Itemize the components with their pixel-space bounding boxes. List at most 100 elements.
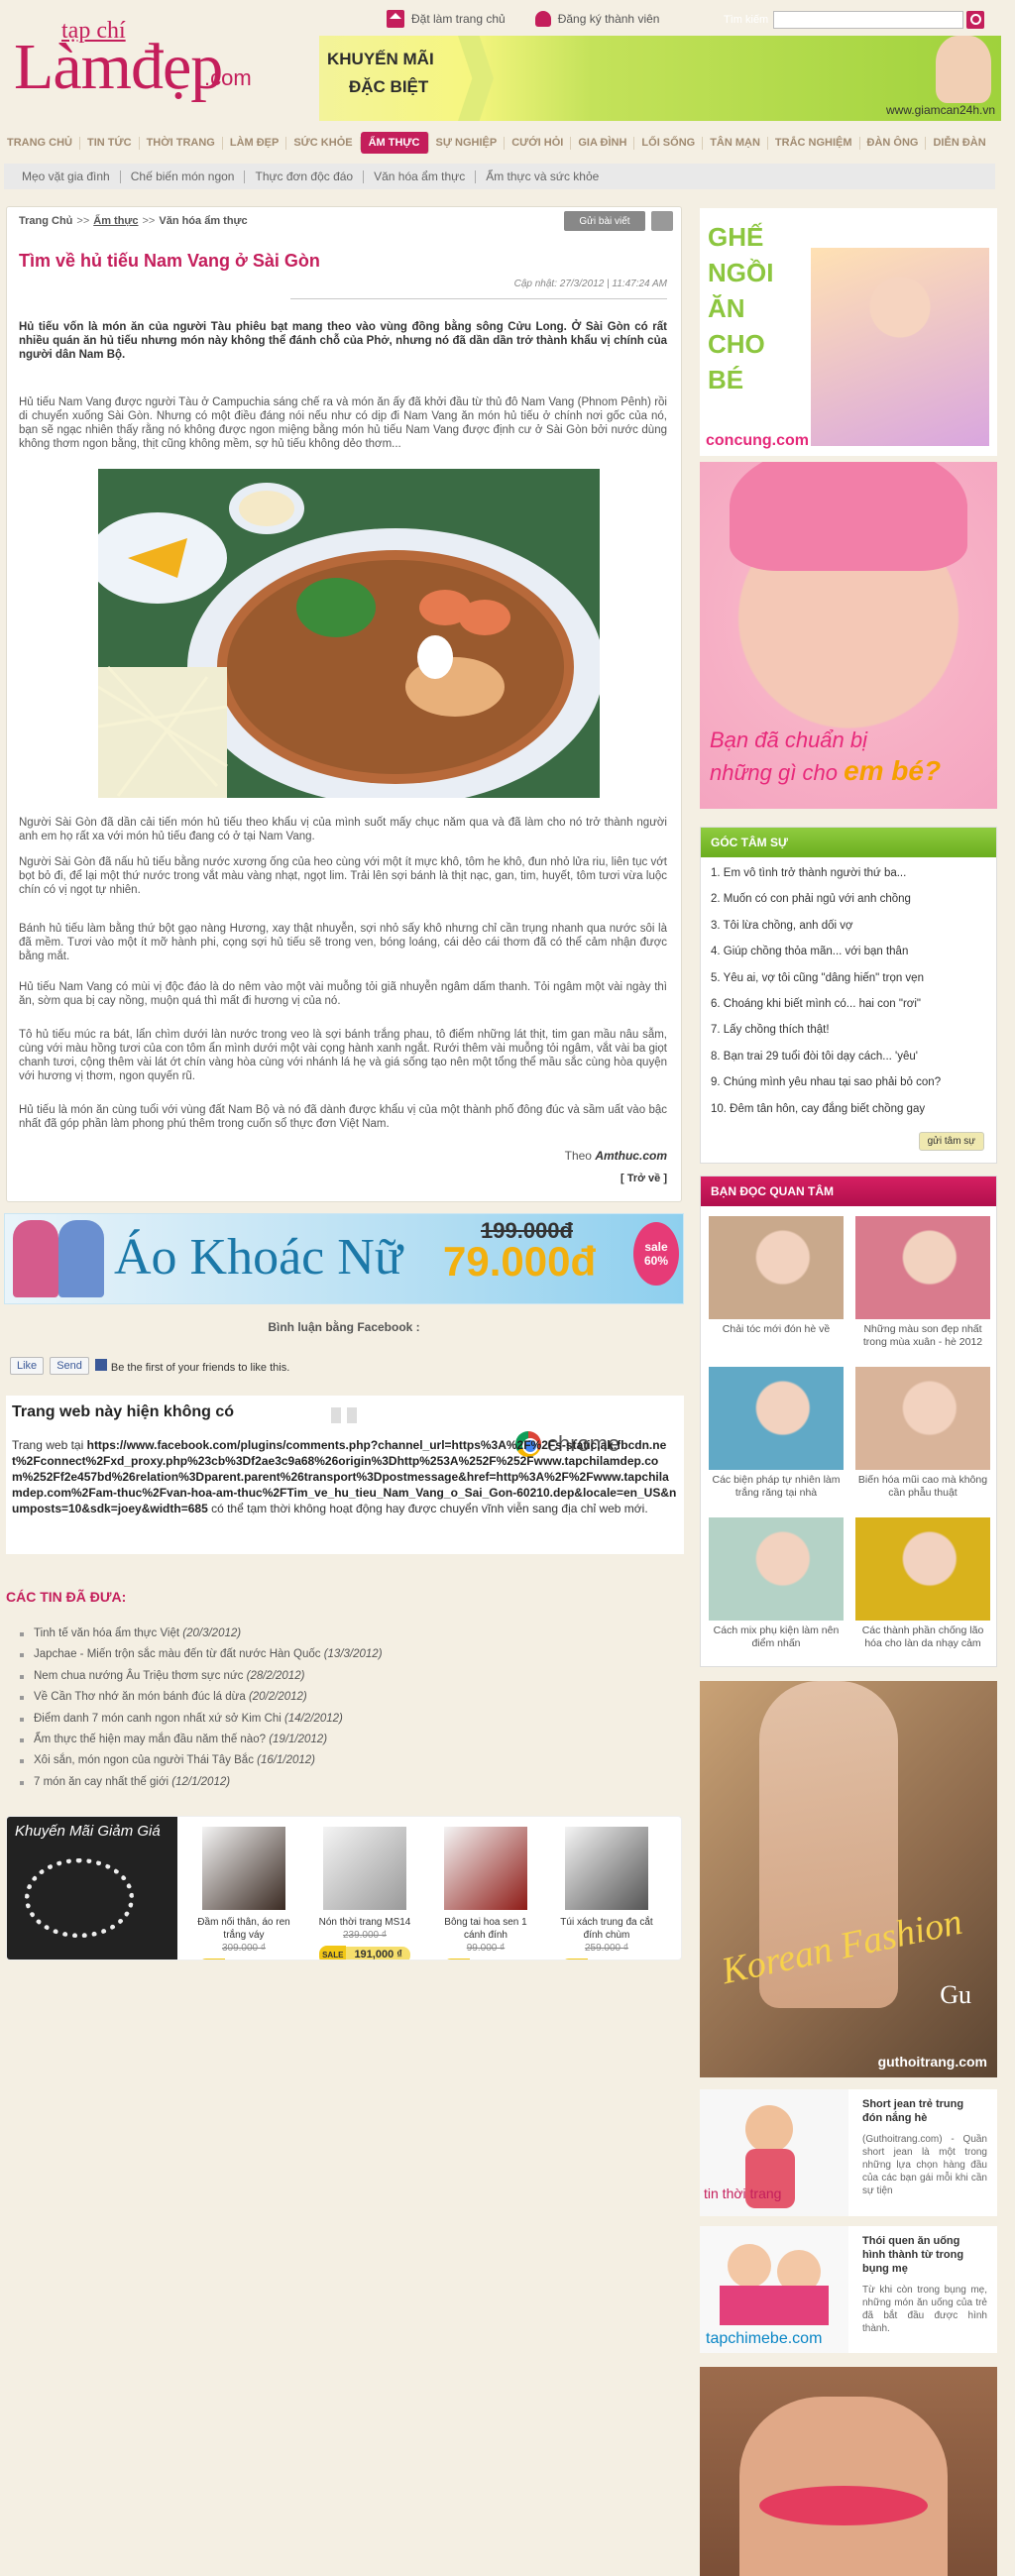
ad-baby-line2-em: em bé?: [844, 755, 942, 786]
promo-item-image: [202, 1827, 285, 1910]
rss-icon[interactable]: [651, 211, 673, 231]
nav-item[interactable]: TÂN MẠN: [703, 136, 768, 150]
search-label: Tìm kiếm: [724, 14, 769, 26]
promo-item[interactable]: Đầm nối thân, áo ren trắng váy 309.000 ₫ S…: [195, 1827, 292, 1960]
promo-item-price: 191,000 ₫: [346, 1947, 410, 1960]
subnav-item[interactable]: Mẹo vặt gia đình: [12, 169, 121, 183]
promo-banner[interactable]: Khuyến Mãi Giảm Giá: [7, 1817, 177, 1960]
nav-item[interactable]: TIN TỨC: [80, 136, 140, 150]
breadcrumb-home[interactable]: Trang Chủ: [19, 215, 72, 227]
send-label: Send: [56, 1360, 82, 1372]
old-news-heading: CÁC TIN ĐÃ ĐƯA:: [6, 1589, 127, 1605]
promo-item[interactable]: Nón thời trang MS14 239.000 ₫ SALE 191,000 …: [316, 1827, 413, 1960]
set-homepage-link[interactable]: Đặt làm trang chủ: [387, 10, 506, 28]
promo-item[interactable]: Túi xách trung đa cắt đính chùm 259.000 ₫…: [558, 1827, 655, 1960]
old-news-item[interactable]: Ẩm thực thế hiện may mắn đầu năm thế nào…: [20, 1734, 674, 1754]
banner-line2: ĐẶC BIỆT: [349, 77, 429, 96]
confession-item[interactable]: 9. Chúng mình yêu nhau tại sao phải bỏ c…: [711, 1076, 986, 1102]
reader-pick-image: [709, 1517, 844, 1621]
old-news-item[interactable]: Nem chua nướng Âu Triệu thơm sực nức (28…: [20, 1670, 674, 1691]
confession-item[interactable]: 5. Yêu ai, vợ tôi cũng "dâng hiến" trọn …: [711, 972, 986, 998]
like-label: Like: [17, 1360, 38, 1372]
confession-item[interactable]: 3. Tôi lừa chồng, anh dối vợ: [711, 920, 986, 946]
nav-item[interactable]: ĐÀN ÔNG: [860, 136, 927, 150]
old-news-item[interactable]: Điểm danh 7 món canh ngon nhất xứ sở Kim…: [20, 1713, 674, 1734]
old-news-item[interactable]: Xôi sắn, món ngon của người Thái Tây Bắc…: [20, 1754, 674, 1775]
top-banner-ad[interactable]: KHUYẾN MÃI ĐẶC BIỆT www.giamcan24h.vn: [319, 36, 1001, 121]
goc-tam-su-list: 1. Em vô tình trở thành người thứ ba... 2…: [701, 857, 996, 1129]
reader-pick-item[interactable]: Chải tóc mới đón hè về: [709, 1216, 844, 1359]
nav-item[interactable]: THỜI TRANG: [140, 136, 223, 150]
nav-item[interactable]: LÀM ĐẸP: [223, 136, 287, 150]
breadcrumb-am-thuc[interactable]: Ẩm thực: [93, 215, 138, 227]
confession-item[interactable]: 2. Muốn có con phải ngủ với anh chồng: [711, 893, 986, 919]
nav-item[interactable]: GIA ĐÌNH: [571, 136, 635, 150]
subnav-item[interactable]: Chế biến món ngon: [121, 169, 246, 183]
nav-item[interactable]: SỰ NGHIỆP: [429, 136, 506, 150]
sidebar-ad-swimsuit[interactable]: [700, 2367, 997, 2576]
sidebar-news-item[interactable]: tin thời trang Short jean trẻ trung đón …: [700, 2089, 997, 2216]
confession-item[interactable]: 10. Đêm tân hôn, cay đắng biết chồng gay: [711, 1103, 986, 1129]
baby-chair-image: [811, 248, 989, 446]
ad-price: 79.000đ: [443, 1238, 597, 1285]
home-icon: [387, 10, 404, 28]
facebook-note-text: Be the first of your friends to like thi…: [110, 1361, 290, 1374]
nav-item[interactable]: DIỄN ĐÀN: [926, 137, 992, 150]
nav-item[interactable]: CƯỚI HỎI: [505, 136, 572, 150]
search-input[interactable]: [773, 11, 963, 29]
reader-pick-item[interactable]: Các thành phần chống lão hóa cho làn da …: [855, 1517, 990, 1660]
nav-item[interactable]: TRẮC NGHIỆM: [768, 136, 860, 150]
logo-domain-text: .com: [204, 65, 252, 90]
register-link[interactable]: Đăng ký thành viên: [534, 11, 659, 27]
old-news-title: Điểm danh 7 món canh ngon nhất xứ sở Kim…: [34, 1712, 282, 1725]
chrome-error-heading: Trang web này hiện không có: [12, 1403, 235, 1420]
old-news-item[interactable]: Japchae - Miến trộn sắc màu đến từ đất n…: [20, 1648, 674, 1669]
promo-box: Khuyến Mãi Giảm Giá Đầm nối thân, áo ren…: [6, 1816, 682, 1960]
article-paragraph: Bánh hủ tiếu làm bằng thứ bột gạo nàng H…: [19, 923, 667, 962]
like-button[interactable]: Like: [10, 1357, 45, 1375]
article-title: Tìm về hủ tiếu Nam Vang ở Sài Gòn: [19, 251, 320, 271]
ad-fashion-url: guthoitrang.com: [877, 2054, 987, 2070]
send-button[interactable]: Send: [50, 1357, 89, 1375]
search-icon[interactable]: [966, 11, 984, 29]
confession-item[interactable]: 4. Giúp chồng thỏa mãn... với bạn thân: [711, 946, 986, 971]
old-news-item[interactable]: 7 món ăn cay nhất thế giới (12/1/2012): [20, 1776, 674, 1797]
breadcrumb: Trang Chủ >> Ẩm thực >> Văn hóa ẩm thực: [19, 215, 248, 227]
back-link[interactable]: [ Trở về ]: [620, 1173, 667, 1184]
article-paragraph: Hủ tiếu Nam Vang được người Tàu ở Campuc…: [19, 396, 667, 450]
confession-item[interactable]: 8. Bạn trai 29 tuổi đòi tôi dạy cách... …: [711, 1051, 986, 1076]
chrome-error-frame: Trang web này hiện không có chrome Trang…: [6, 1396, 684, 1554]
reader-pick-title: Chải tóc mới đón hè về: [722, 1323, 831, 1335]
nav-item[interactable]: ẨM THỰC: [360, 132, 429, 154]
reader-pick-item[interactable]: Biến hóa mũi cao mà không cần phẫu thuật: [855, 1367, 990, 1510]
site-logo[interactable]: tạp chí Làmđẹp .com: [14, 18, 311, 107]
sidebar-ad-chair[interactable]: concung.com GHẾ NGỒI ĂN CHO BÉ: [700, 208, 997, 456]
sidebar-news-item[interactable]: tapchimebe.com Thói quen ăn uống hình th…: [700, 2226, 997, 2353]
nav-item[interactable]: SỨC KHỎE: [286, 136, 361, 150]
promo-item-image: [565, 1827, 648, 1910]
nav-item[interactable]: TRANG CHỦ: [0, 136, 80, 150]
confession-item[interactable]: 1. Em vô tình trở thành người thứ ba...: [711, 867, 986, 893]
reader-pick-item[interactable]: Những màu son đẹp nhất trong mùa xuân - …: [855, 1216, 990, 1359]
subnav-item[interactable]: Văn hóa ẩm thực: [364, 169, 477, 183]
send-confession-button[interactable]: gửi tâm sự: [918, 1132, 984, 1151]
sidebar-ad-fashion[interactable]: Korean Fashion Gu guthoitrang.com: [700, 1681, 997, 2077]
breadcrumb-van-hoa[interactable]: Văn hóa ẩm thực: [159, 215, 247, 227]
promo-item[interactable]: Bông tai hoa sen 1 cánh đính 99.000 ₫ SALE…: [437, 1827, 534, 1960]
promo-items: Đầm nối thân, áo ren trắng váy 309.000 ₫ S…: [195, 1827, 655, 1960]
nav-item[interactable]: LỐI SỐNG: [634, 136, 704, 150]
reader-pick-item[interactable]: Các biện pháp tự nhiên làm trắng răng tạ…: [709, 1367, 844, 1510]
old-news-title: 7 món ăn cay nhất thế giới: [34, 1775, 169, 1788]
confession-item[interactable]: 7. Lấy chồng thích thật!: [711, 1024, 986, 1050]
reader-pick-item[interactable]: Cách mix phụ kiện làm nên điểm nhấn: [709, 1517, 844, 1660]
old-news-item[interactable]: Về Cần Thơ nhớ ăn món bánh đúc lá dừa (2…: [20, 1691, 674, 1712]
old-news-item[interactable]: Tinh tế văn hóa ẩm thực Việt (20/3/2012): [20, 1627, 674, 1648]
confession-item[interactable]: 6. Choáng khi biết mình có... hai con "r…: [711, 998, 986, 1024]
news-desc: (Guthoitrang.com) - Quần short jean là m…: [862, 2134, 987, 2196]
subnav-item[interactable]: Ẩm thực và sức khỏe: [476, 169, 609, 183]
sidebar-ad-baby[interactable]: Bạn đã chuẩn bị những gì cho em bé?: [700, 462, 997, 809]
promo-item-old-price: 259.000 ₫: [584, 1943, 629, 1954]
jacket-ad-banner[interactable]: Áo Khoác Nữ 199.000đ 79.000đ sale 60%: [4, 1213, 684, 1304]
subnav-item[interactable]: Thực đơn độc đáo: [245, 169, 365, 183]
send-article-button[interactable]: Gửi bài viết: [564, 211, 645, 231]
